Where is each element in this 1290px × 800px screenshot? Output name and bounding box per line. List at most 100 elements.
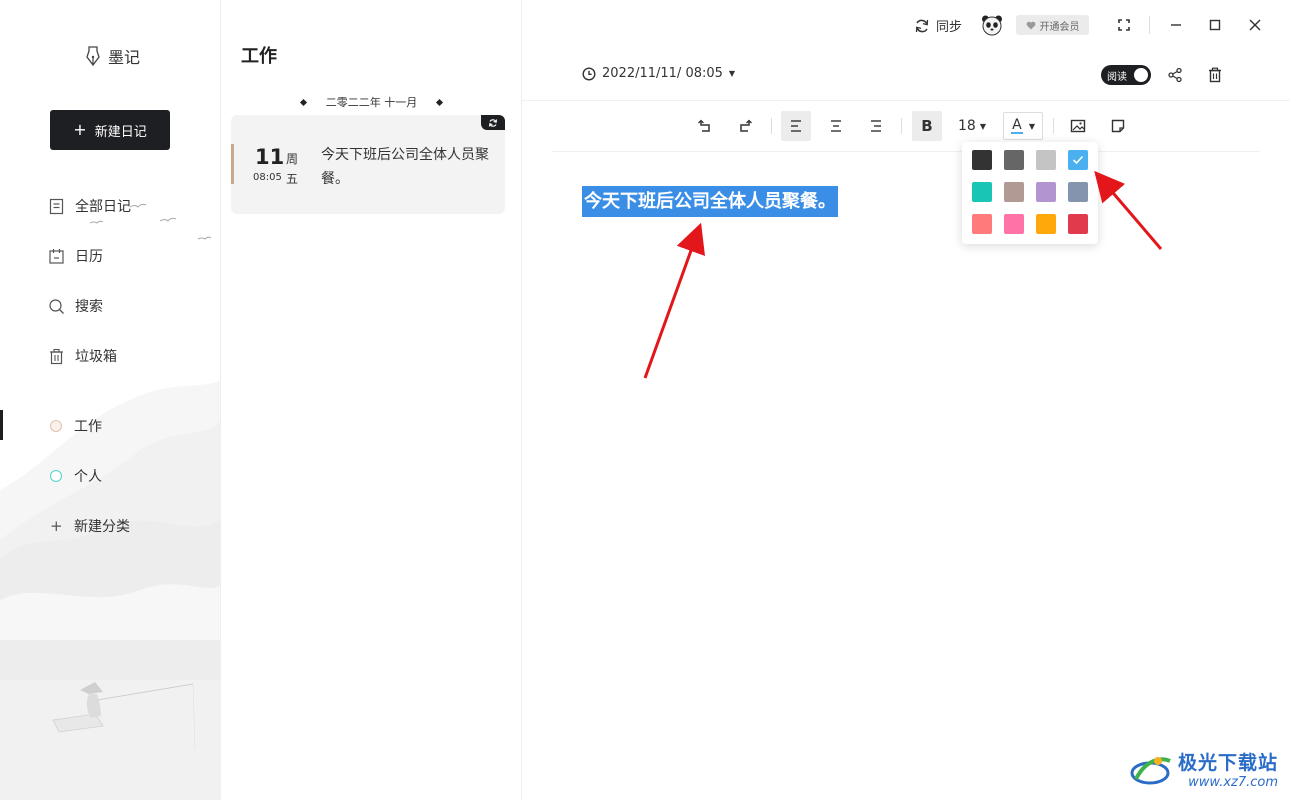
sync-label: 同步 [936, 20, 963, 35]
diary-list-panel: 工作 二零二二年 十一月 11 周 五 08:05 今天下班后公司全体人员聚餐。 [221, 0, 522, 800]
new-diary-button[interactable]: + 新建日记 [50, 110, 170, 150]
share-icon [1168, 67, 1182, 83]
toolbar-separator [1053, 118, 1054, 134]
color-swatch[interactable] [972, 150, 992, 170]
color-swatch[interactable] [1004, 150, 1024, 170]
diary-entry-card[interactable]: 11 周 五 08:05 今天下班后公司全体人员聚餐。 [231, 115, 505, 214]
color-swatch[interactable] [972, 182, 992, 202]
diamond-icon [436, 98, 444, 106]
category-label: 工作 [74, 419, 102, 435]
read-mode-toggle[interactable]: 阅读 [1101, 65, 1151, 85]
arrow-to-text [643, 222, 705, 379]
color-swatch[interactable] [1004, 214, 1024, 234]
editor-content-selected-text[interactable]: 今天下班后公司全体人员聚餐。 [582, 186, 838, 217]
category-item-work[interactable]: 工作 [50, 416, 102, 436]
diamond-icon [299, 98, 307, 106]
font-color-dropdown[interactable]: A ▼ [1003, 112, 1043, 140]
sync-button[interactable]: 同步 [914, 16, 962, 35]
toolbar-separator [771, 118, 772, 134]
avatar-panda-icon[interactable] [981, 14, 1003, 36]
align-left-button[interactable] [781, 111, 811, 141]
fullscreen-button[interactable] [1113, 14, 1135, 36]
header-divider [522, 100, 1290, 101]
sidebar-item-label: 搜索 [75, 299, 103, 315]
sidebar-item-label: 全部日记 [75, 199, 131, 215]
minimize-icon [1171, 24, 1181, 26]
entry-datetime: 2022/11/11/ 08:05 [602, 66, 723, 81]
app-name: 墨记 [108, 48, 141, 67]
clock-icon [582, 66, 596, 81]
undo-button[interactable] [690, 111, 720, 141]
active-category-indicator [0, 410, 3, 440]
color-swatch[interactable] [1004, 182, 1024, 202]
watermark-text: 极光下载站 www.xz7.com [1178, 748, 1278, 790]
category-dot-icon [50, 420, 62, 432]
trash-icon [50, 348, 63, 364]
sync-icon [489, 118, 497, 127]
entry-weekday: 周 五 [286, 149, 300, 189]
watermark-logo-icon [1130, 757, 1171, 785]
app-window: 墨记 + 新建日记 全部日记 日历 搜索 垃圾箱 工作 个人 + 新建分类 工作… [0, 0, 1290, 800]
new-category-label: 新建分类 [74, 519, 130, 535]
color-swatch[interactable] [972, 214, 992, 234]
date-picker[interactable]: 2022/11/11/ 08:05 ▼ [582, 66, 735, 81]
minimize-button[interactable] [1165, 14, 1187, 36]
color-swatch[interactable] [1036, 182, 1056, 202]
read-mode-label: 阅读 [1107, 71, 1127, 83]
topbar-divider [1149, 16, 1150, 34]
sidebar: 墨记 + 新建日记 全部日记 日历 搜索 垃圾箱 工作 个人 + 新建分类 [0, 0, 221, 800]
align-center-button[interactable] [821, 111, 851, 141]
share-button[interactable] [1164, 64, 1186, 86]
watermark-title: 极光下载站 [1178, 752, 1279, 774]
insert-image-button[interactable] [1063, 111, 1093, 141]
maximize-icon [1209, 19, 1221, 31]
sidebar-item-search[interactable]: 搜索 [48, 296, 103, 316]
new-diary-label: 新建日记 [94, 124, 147, 140]
app-logo: 墨记 [86, 44, 140, 68]
color-swatch[interactable] [1036, 150, 1056, 170]
align-center-icon [831, 120, 841, 132]
sidebar-item-trash[interactable]: 垃圾箱 [48, 346, 117, 366]
vip-membership-button[interactable]: 开通会员 [1016, 15, 1089, 35]
sync-icon [915, 19, 929, 32]
entry-weekday-1: 周 [286, 152, 299, 166]
fisherman-illustration [52, 682, 196, 751]
entry-accent-bar [231, 144, 234, 184]
color-swatch[interactable] [1036, 214, 1056, 234]
align-right-button[interactable] [861, 111, 891, 141]
entry-day: 11 [255, 145, 285, 169]
watermark: 极光下载站 www.xz7.com [1128, 748, 1278, 790]
undo-icon [698, 119, 710, 132]
sidebar-item-label: 日历 [75, 249, 103, 265]
search-icon [49, 298, 64, 314]
category-label: 个人 [74, 469, 102, 485]
color-swatch[interactable] [1068, 214, 1088, 234]
caret-down-icon: ▼ [1028, 121, 1036, 131]
close-icon [1249, 19, 1261, 31]
sidebar-item-calendar[interactable]: 日历 [48, 246, 103, 266]
font-color-icon: A [1010, 118, 1023, 134]
caret-down-icon: ▼ [979, 121, 986, 131]
category-dot-icon [50, 470, 62, 482]
toolbar-separator [901, 118, 902, 134]
category-item-personal[interactable]: 个人 [50, 466, 102, 486]
delete-entry-button[interactable] [1204, 64, 1226, 86]
redo-button[interactable] [730, 111, 760, 141]
month-header: 二零二二年 十一月 [221, 94, 522, 110]
sync-badge [481, 115, 505, 130]
close-button[interactable] [1244, 14, 1266, 36]
heart-icon [1026, 21, 1035, 29]
sidebar-item-all-diaries[interactable]: 全部日记 [48, 196, 131, 216]
insert-note-button[interactable] [1103, 111, 1133, 141]
color-swatch[interactable] [1068, 182, 1088, 202]
plus-icon: + [73, 120, 87, 139]
arrow-to-color [1094, 170, 1163, 250]
maximize-button[interactable] [1204, 14, 1226, 36]
entry-preview-text: 今天下班后公司全体人员聚餐。 [321, 147, 489, 187]
color-swatch-selected[interactable] [1068, 150, 1088, 170]
bold-button[interactable]: B [912, 111, 942, 141]
font-size-dropdown[interactable]: 18 ▼ [952, 111, 992, 141]
pen-nib-icon [86, 46, 100, 66]
font-color-underline [1010, 132, 1023, 134]
new-category-button[interactable]: + 新建分类 [50, 516, 130, 536]
